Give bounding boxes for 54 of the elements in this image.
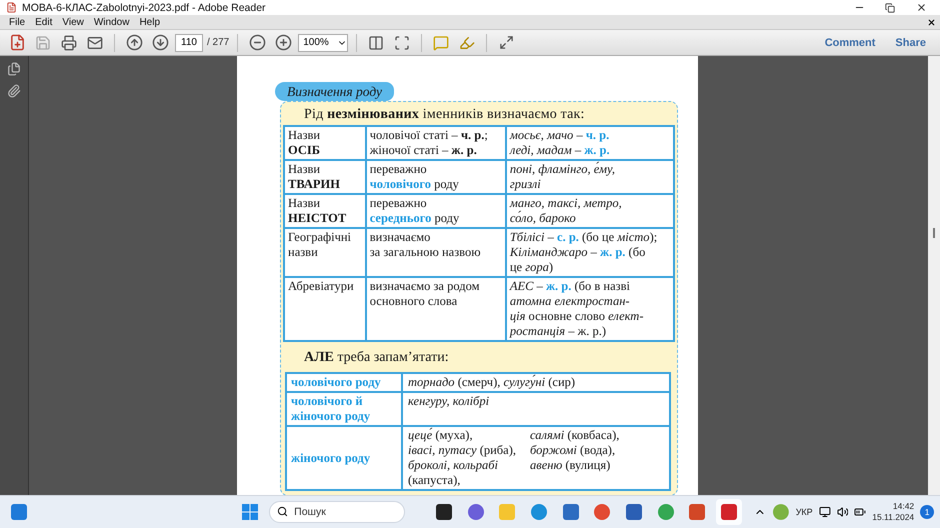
notification-badge[interactable]: 1 [920, 505, 934, 519]
table-cell: Географічні назви [284, 228, 366, 277]
page-number-field[interactable]: 110 [175, 34, 203, 52]
menu-item[interactable]: File [4, 16, 30, 28]
page-count: / 277 [207, 37, 230, 48]
table-cell: Назви ОСІБ [284, 126, 366, 160]
windows-logo-icon [242, 504, 258, 520]
table-cell: мосьє, мачо – ч. р. леді, мадам – ж. р. [506, 126, 674, 160]
toolbar-link[interactable]: Share [887, 36, 934, 48]
table-cell: АЕС – ж. р. (бо в назві атомна електростан- ція основне слово елект- ростанція – ж. р.) [506, 277, 674, 341]
network-icon[interactable] [818, 506, 831, 518]
toolbar-link[interactable]: Comment [816, 36, 884, 48]
zoom-dropdown[interactable]: 100% [298, 34, 348, 52]
table-cell: жіночого роду [286, 426, 402, 490]
scroll-bar[interactable] [928, 56, 940, 495]
menu-item[interactable]: Window [88, 16, 134, 28]
app-icon [6, 2, 17, 13]
menu-item[interactable]: View [57, 16, 89, 28]
table-cell: визначаємо за загальною назвою [366, 228, 506, 277]
restore-icon [885, 2, 895, 12]
note-text: АЛЕ треба запам’ятати: [303, 350, 450, 366]
table-cell: переважно середнього роду [366, 194, 506, 228]
menu-item[interactable]: Edit [30, 16, 58, 28]
table-cell: кенгуру, колібрі [402, 392, 670, 426]
taskbar-app[interactable] [716, 499, 742, 525]
table-cell: чоловічого й жіночого роду [286, 392, 402, 426]
table-cell: Тбілісі – с. р. (бо це місто); Кіліманджаро – ж. р. (бо це гора) [506, 228, 674, 277]
table-cell: чоловічого роду [286, 373, 402, 392]
paperclip-icon[interactable] [7, 84, 21, 98]
table-cell: чоловічої статі – ч. р.; жіночої статі – ж. р. [366, 126, 506, 160]
menu-item[interactable]: Help [134, 16, 166, 28]
clock[interactable]: 14:42 15.11.2024 [872, 501, 914, 523]
close-icon [916, 2, 926, 13]
volume-icon[interactable] [836, 506, 848, 518]
search-icon [277, 506, 288, 517]
pages-icon[interactable] [7, 62, 21, 76]
table-cell: поні, фламінго, е́му, гризлі [506, 160, 674, 194]
table-cell: цеце́ (муха), івасі, путасу (риба), броколі, кольрабі (капуста), салямі (ковбаса), боржомі (вода), авеню (вулиця) [402, 426, 670, 490]
table-cell: Назви ТВАРИН [284, 160, 366, 194]
table-cell: Абревіатури [284, 277, 366, 341]
section-heading: Визначення роду [275, 82, 394, 101]
expand-icon [498, 35, 514, 50]
window-title: МОВА-6-КЛАС-Zabolotnyi-2023.pdf - Adobe Reader [22, 2, 267, 14]
intro-text: Рід незмінюваних іменників визначаємо так: [303, 107, 586, 123]
battery-icon[interactable] [854, 506, 866, 518]
table-cell: переважно чоловічого роду [366, 160, 506, 194]
search-field[interactable]: Пошук [269, 501, 406, 523]
table-cell: торнадо (смерч), сулугу́ні (сир) [402, 373, 670, 392]
table-cell: Назви НЕІСТОТ [284, 194, 366, 228]
language-indicator[interactable]: УКР [796, 507, 813, 517]
table-cell: манго, таксі, метро, со́ло, бароко [506, 194, 674, 228]
highlighter-icon [459, 34, 476, 50]
close-document-icon[interactable] [927, 18, 936, 26]
table-cell: визначаємо за родом основного слова [366, 277, 506, 341]
